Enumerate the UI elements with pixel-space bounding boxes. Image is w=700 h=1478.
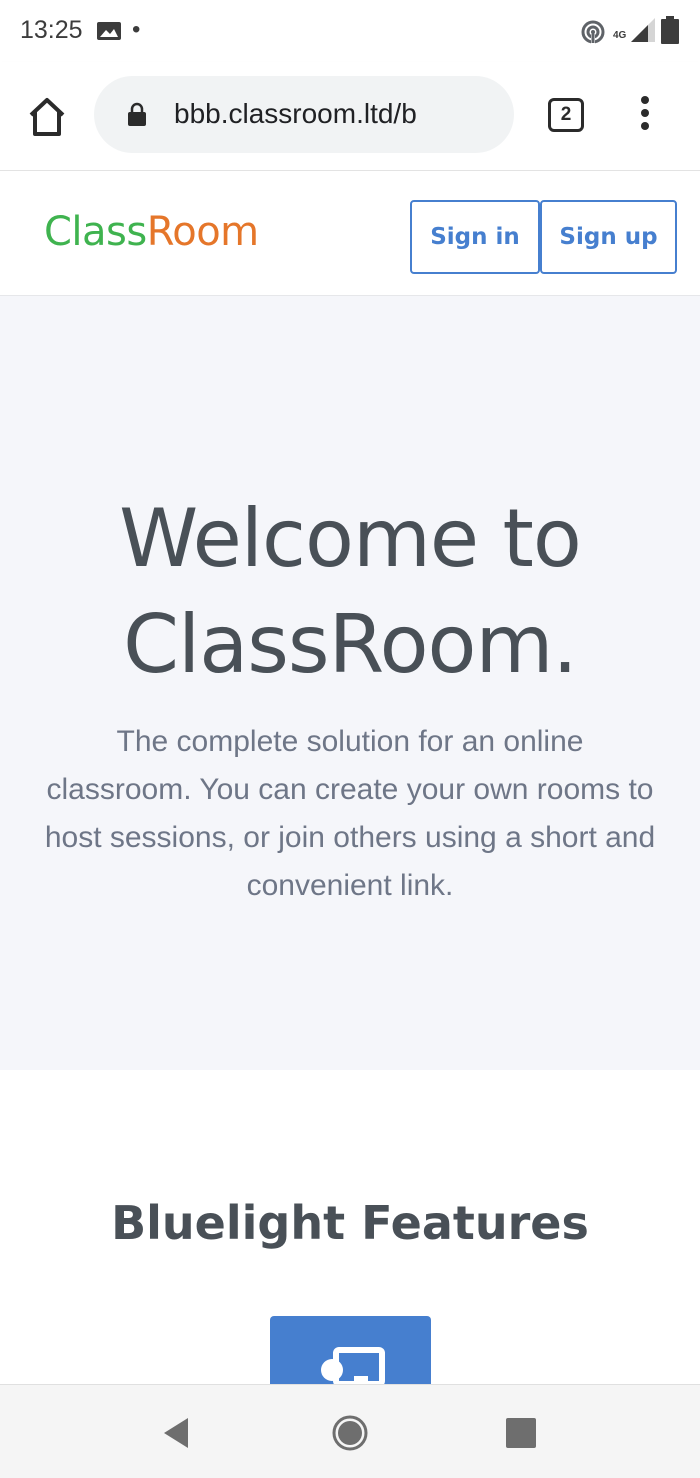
- lock-icon: [128, 102, 146, 126]
- hero-section: Welcome to ClassRoom. The complete solut…: [0, 296, 700, 1070]
- url-text[interactable]: bbb.classroom.ltd/b: [174, 98, 417, 130]
- feature-icon: [321, 1347, 385, 1384]
- hotspot-icon: [581, 20, 605, 45]
- home-circle-icon[interactable]: [330, 1413, 370, 1453]
- features-title: Bluelight Features: [111, 1196, 589, 1250]
- site-header: ClassRoom Sign in Sign up: [0, 171, 700, 296]
- hero-title-line2: ClassRoom.: [123, 598, 578, 691]
- sign-up-button[interactable]: Sign up: [540, 200, 677, 274]
- features-section: Bluelight Features: [0, 1070, 700, 1384]
- logo-part-class: Class: [44, 209, 147, 255]
- status-time: 13:25: [20, 16, 83, 44]
- hero-title-line1: Welcome to: [119, 492, 582, 585]
- hero-description: The complete solution for an online clas…: [44, 725, 656, 902]
- android-nav-bar: [0, 1384, 700, 1478]
- tabs-icon[interactable]: 2: [548, 98, 584, 132]
- gallery-icon: [97, 22, 121, 40]
- signal-icon: [631, 18, 655, 42]
- hero-title: Welcome to ClassRoom.: [0, 486, 700, 698]
- network-type-label: 4G: [613, 30, 627, 41]
- address-bar[interactable]: bbb.classroom.ltd/b: [94, 76, 514, 153]
- classroom-logo[interactable]: ClassRoom: [44, 209, 259, 255]
- overflow-menu-icon[interactable]: [634, 96, 656, 136]
- status-bar: 13:25 • 4G: [0, 0, 700, 62]
- battery-icon: [661, 16, 679, 44]
- back-icon[interactable]: [158, 1413, 198, 1453]
- sign-in-button[interactable]: Sign in: [410, 200, 540, 274]
- status-dot: •: [132, 16, 141, 43]
- home-icon[interactable]: [22, 92, 72, 142]
- logo-part-room: Room: [146, 209, 259, 255]
- feature-card: [270, 1316, 431, 1384]
- browser-toolbar: bbb.classroom.ltd/b 2: [0, 62, 700, 171]
- recent-apps-icon[interactable]: [501, 1413, 541, 1453]
